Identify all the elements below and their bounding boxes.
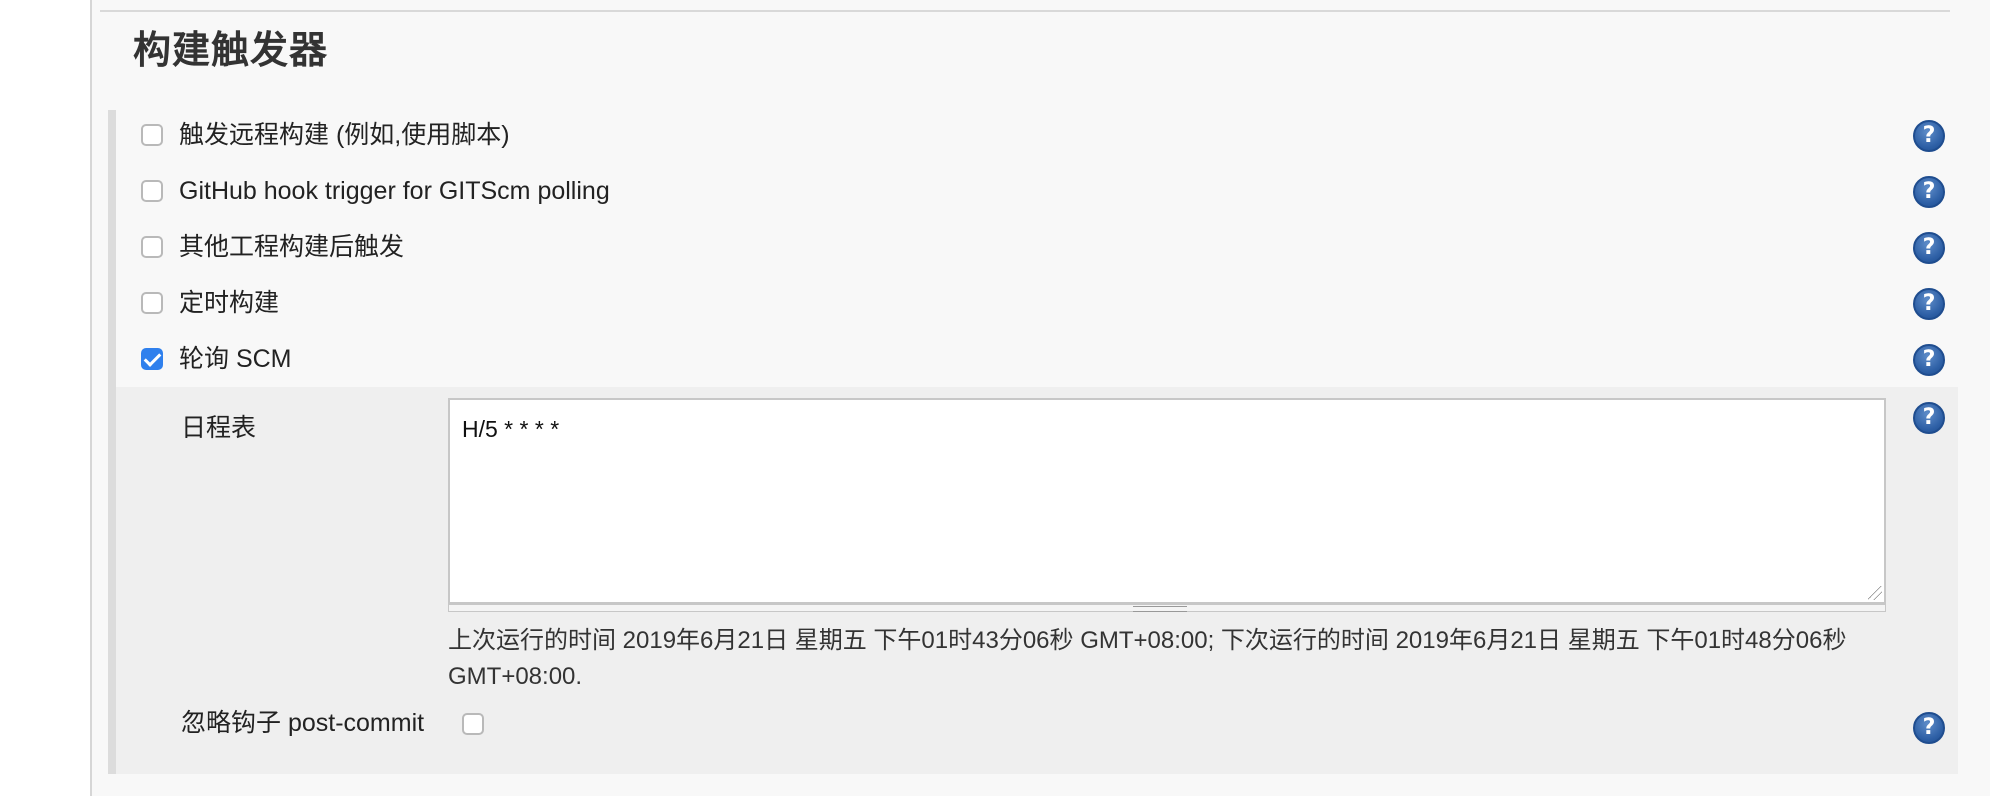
textarea-resize-grip-icon[interactable] (1868, 586, 1882, 600)
ignore-post-commit-checkbox[interactable] (462, 713, 484, 735)
poll-scm-settings: 日程表 H/5 * * * * 上次运行的时间 2019年6月21日 星期五 下… (116, 387, 1958, 774)
section-title: 构建触发器 (133, 30, 329, 72)
help-icon[interactable]: ? (1913, 288, 1945, 320)
trigger-github-hook-checkbox[interactable] (141, 180, 163, 202)
trigger-after-other-builds-label[interactable]: 其他工程构建后触发 (179, 230, 404, 264)
schedule-value[interactable]: H/5 * * * * (462, 414, 559, 444)
trigger-remote-label[interactable]: 触发远程构建 (例如,使用脚本) (179, 118, 510, 152)
drag-handle-grip-icon[interactable] (1133, 606, 1187, 612)
trigger-remote[interactable]: 触发远程构建 (例如,使用脚本) (116, 110, 1958, 166)
trigger-periodic[interactable]: 定时构建 (116, 278, 1958, 334)
build-triggers-page: 构建触发器 触发远程构建 (例如,使用脚本) GitHub hook trigg… (0, 0, 1990, 796)
schedule-label: 日程表 (181, 414, 257, 442)
help-icon[interactable]: ? (1913, 402, 1945, 434)
trigger-periodic-label[interactable]: 定时构建 (179, 286, 279, 320)
trigger-after-other-builds-checkbox[interactable] (141, 236, 163, 258)
help-icon[interactable]: ? (1913, 344, 1945, 376)
trigger-poll-scm-checkbox[interactable] (141, 348, 163, 370)
help-icon[interactable]: ? (1913, 176, 1945, 208)
help-icon[interactable]: ? (1913, 120, 1945, 152)
textarea-drag-handle[interactable] (448, 604, 1886, 612)
trigger-poll-scm[interactable]: 轮询 SCM (116, 334, 1958, 390)
schedule-textarea[interactable]: H/5 * * * * (448, 398, 1886, 604)
trigger-periodic-checkbox[interactable] (141, 292, 163, 314)
help-icon[interactable]: ? (1913, 712, 1945, 744)
trigger-remote-checkbox[interactable] (141, 124, 163, 146)
trigger-github-hook-label[interactable]: GitHub hook trigger for GITScm polling (179, 174, 610, 208)
trigger-options: 触发远程构建 (例如,使用脚本) GitHub hook trigger for… (108, 110, 1958, 774)
trigger-github-hook[interactable]: GitHub hook trigger for GITScm polling (116, 166, 1958, 222)
help-icon[interactable]: ? (1913, 232, 1945, 264)
section-divider (100, 10, 1950, 12)
trigger-after-other-builds[interactable]: 其他工程构建后触发 (116, 222, 1958, 278)
ignore-post-commit-label: 忽略钩子 post-commit (181, 709, 425, 737)
schedule-run-info: 上次运行的时间 2019年6月21日 星期五 下午01时43分06秒 GMT+0… (448, 627, 1847, 690)
trigger-poll-scm-label[interactable]: 轮询 SCM (179, 342, 292, 376)
